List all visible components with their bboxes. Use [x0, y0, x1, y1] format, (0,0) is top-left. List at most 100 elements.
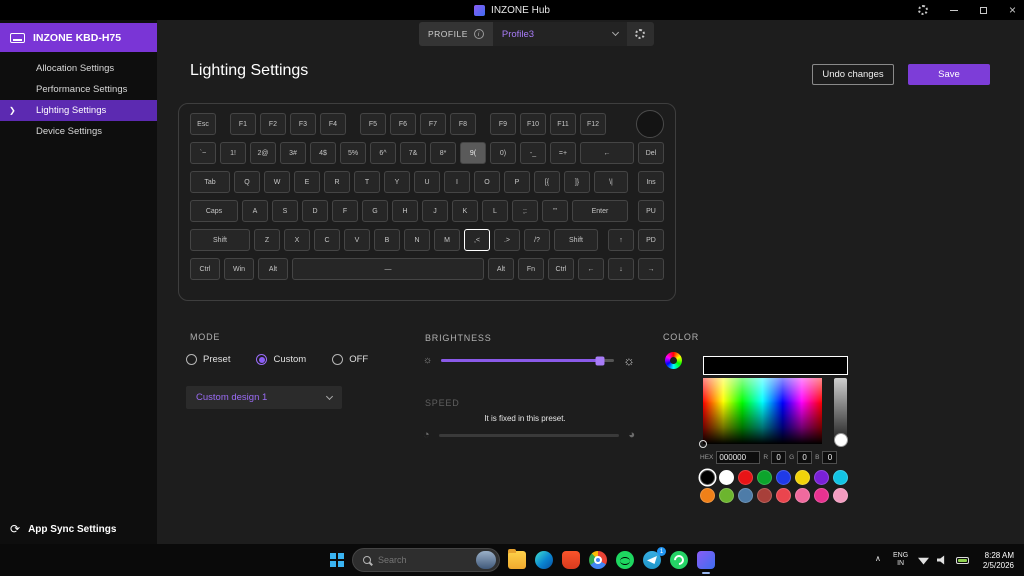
keyboard-key[interactable]: 9(	[460, 142, 486, 164]
brave-icon[interactable]	[562, 551, 580, 569]
keyboard-key[interactable]: F7	[420, 113, 446, 135]
close-button[interactable]: ×	[1009, 4, 1016, 16]
brightness-track[interactable]	[441, 359, 614, 362]
telegram-icon[interactable]: 1	[643, 551, 661, 569]
save-button[interactable]: Save	[908, 64, 990, 85]
keyboard-key[interactable]: \|	[594, 171, 628, 193]
keyboard-key[interactable]: '"	[542, 200, 568, 222]
windows-start-button[interactable]	[330, 553, 336, 559]
keyboard-key[interactable]: /?	[524, 229, 550, 251]
keyboard-key[interactable]: Tab	[190, 171, 230, 193]
keyboard-key[interactable]: 2@	[250, 142, 276, 164]
keyboard-key[interactable]: →	[638, 258, 664, 280]
keyboard-key[interactable]: A	[242, 200, 268, 222]
sidebar-item-device-settings[interactable]: ❯ Device Settings	[0, 121, 157, 142]
keyboard-key[interactable]: 5%	[340, 142, 366, 164]
chrome-icon[interactable]	[589, 551, 607, 569]
spotify-icon[interactable]	[616, 551, 634, 569]
keyboard-key[interactable]: Ins	[638, 171, 664, 193]
keyboard-key[interactable]: Del	[638, 142, 664, 164]
value-slider-thumb[interactable]	[834, 433, 848, 447]
color-swatch[interactable]	[814, 470, 829, 485]
keyboard-key[interactable]: L	[482, 200, 508, 222]
settings-gear-icon[interactable]	[918, 5, 928, 15]
keyboard-key[interactable]: Shift	[190, 229, 250, 251]
mode-option-preset[interactable]: Preset	[186, 354, 230, 365]
keyboard-key[interactable]: M	[434, 229, 460, 251]
taskbar-search[interactable]	[352, 548, 500, 572]
keyboard-key[interactable]: F12	[580, 113, 606, 135]
inzone-hub-icon[interactable]	[697, 551, 715, 569]
keyboard-key[interactable]: R	[324, 171, 350, 193]
keyboard-key[interactable]: H	[392, 200, 418, 222]
app-sync-settings[interactable]: ⟳ App Sync Settings	[10, 522, 116, 536]
keyboard-key[interactable]: F8	[450, 113, 476, 135]
keyboard-key[interactable]: C	[314, 229, 340, 251]
keyboard-key[interactable]: Shift	[554, 229, 598, 251]
volume-knob[interactable]	[636, 110, 664, 138]
search-highlight-image[interactable]	[476, 551, 496, 569]
custom-design-dropdown[interactable]: Custom design 1	[186, 386, 342, 409]
keyboard-key[interactable]: -_	[520, 142, 546, 164]
keyboard-key[interactable]: F4	[320, 113, 346, 135]
sidebar-item-performance-settings[interactable]: ❯ Performance Settings	[0, 79, 157, 100]
keyboard-key[interactable]: ←	[578, 258, 604, 280]
profile-dropdown[interactable]: Profile3	[493, 22, 627, 46]
keyboard-key[interactable]: F10	[520, 113, 546, 135]
keyboard-key[interactable]: —	[292, 258, 484, 280]
keyboard-key[interactable]: G	[362, 200, 388, 222]
color-swatch[interactable]	[738, 488, 753, 503]
keyboard-key[interactable]: K	[452, 200, 478, 222]
keyboard-key[interactable]: F11	[550, 113, 576, 135]
color-swatch[interactable]	[795, 488, 810, 503]
info-icon[interactable]: i	[474, 29, 484, 39]
color-swatch[interactable]	[700, 488, 715, 503]
keyboard-key[interactable]: D	[302, 200, 328, 222]
keyboard-key[interactable]: J	[422, 200, 448, 222]
keyboard-key[interactable]: ]}	[564, 171, 590, 193]
keyboard-key[interactable]: F9	[490, 113, 516, 135]
minimize-button[interactable]	[950, 10, 958, 11]
keyboard-key[interactable]: Alt	[258, 258, 288, 280]
keyboard-key[interactable]: 7&	[400, 142, 426, 164]
keyboard-key[interactable]: Ctrl	[190, 258, 220, 280]
color-swatch[interactable]	[833, 470, 848, 485]
keyboard-key[interactable]: 6^	[370, 142, 396, 164]
keyboard-key[interactable]: 0)	[490, 142, 516, 164]
brightness-thumb[interactable]	[596, 356, 605, 365]
search-input[interactable]	[378, 555, 469, 565]
sidebar-item-allocation-settings[interactable]: ❯ Allocation Settings	[0, 58, 157, 79]
keyboard-key[interactable]: Enter	[572, 200, 628, 222]
keyboard-key[interactable]: Win	[224, 258, 254, 280]
keyboard-key[interactable]: F5	[360, 113, 386, 135]
keyboard-key[interactable]: F	[332, 200, 358, 222]
keyboard-key[interactable]: P	[504, 171, 530, 193]
keyboard-key[interactable]: Q	[234, 171, 260, 193]
keyboard-key[interactable]: T	[354, 171, 380, 193]
keyboard-key[interactable]: F3	[290, 113, 316, 135]
b-input[interactable]	[822, 451, 837, 464]
color-swatch[interactable]	[700, 470, 715, 485]
keyboard-key[interactable]: ↓	[608, 258, 634, 280]
volume-icon[interactable]	[937, 555, 948, 565]
hidden-icons-chevron[interactable]: ∧	[875, 554, 881, 563]
keyboard-key[interactable]: ←	[580, 142, 634, 164]
whatsapp-icon[interactable]	[670, 551, 688, 569]
color-gradient-picker[interactable]	[703, 378, 822, 444]
keyboard-key[interactable]: 8*	[430, 142, 456, 164]
keyboard-key[interactable]: 3#	[280, 142, 306, 164]
keyboard-key[interactable]: Esc	[190, 113, 216, 135]
palette-icon[interactable]	[665, 352, 682, 369]
keyboard-key[interactable]: Alt	[488, 258, 514, 280]
keyboard-key[interactable]: F2	[260, 113, 286, 135]
color-swatch[interactable]	[757, 470, 772, 485]
keyboard-key[interactable]: U	[414, 171, 440, 193]
network-icon[interactable]	[918, 556, 929, 565]
keyboard-key[interactable]: `~	[190, 142, 216, 164]
undo-changes-button[interactable]: Undo changes	[812, 64, 894, 85]
keyboard-key[interactable]: 4$	[310, 142, 336, 164]
keyboard-key[interactable]: F6	[390, 113, 416, 135]
keyboard-key[interactable]: 1!	[220, 142, 246, 164]
keyboard-key[interactable]: Ctrl	[548, 258, 574, 280]
mode-option-custom[interactable]: Custom	[256, 354, 306, 365]
